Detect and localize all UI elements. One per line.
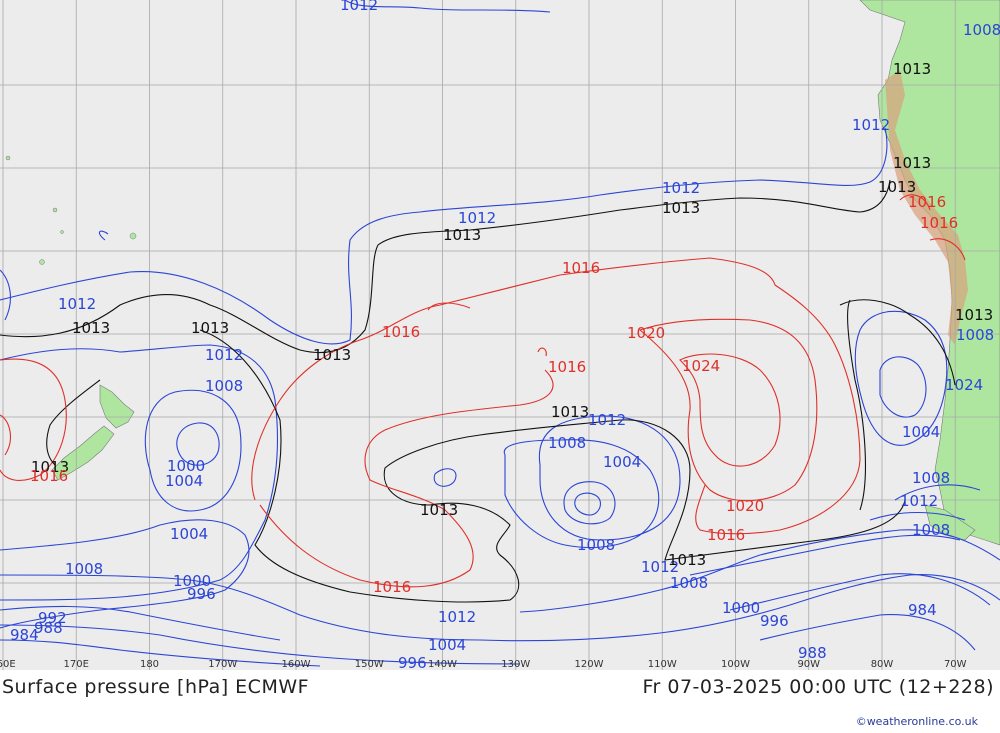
isobar-label-black: 1013 xyxy=(313,346,351,364)
ocean-background xyxy=(0,0,1000,670)
isobar-label-blue: 1008 xyxy=(548,434,586,452)
isobar-label-black: 1013 xyxy=(191,319,229,337)
isobar-label-blue: 1004 xyxy=(902,423,940,441)
longitude-tick-label: 170W xyxy=(208,659,237,670)
isobar-label-blue: 1012 xyxy=(588,411,626,429)
isobar-label-blue: 1008 xyxy=(670,574,708,592)
isobar-label-blue: 1012 xyxy=(852,116,890,134)
longitude-tick-label: 80W xyxy=(871,659,894,670)
longitude-tick-label: 170E xyxy=(64,659,89,670)
longitude-tick-label: 100W xyxy=(721,659,750,670)
isobar-label-black: 1013 xyxy=(668,551,706,569)
isobar-label-red: 1016 xyxy=(908,193,946,211)
isobar-label-red: 1016 xyxy=(920,214,958,232)
isobar-label-blue: 1008 xyxy=(912,469,950,487)
isobar-label-black: 1013 xyxy=(551,403,589,421)
longitude-tick-label: 70W xyxy=(944,659,967,670)
isobar-label-blue: 1008 xyxy=(956,326,994,344)
isobar-label-blue: 1008 xyxy=(912,521,950,539)
longitude-tick-label: 130W xyxy=(501,659,530,670)
isobar-label-red: 1016 xyxy=(382,323,420,341)
isobar-label-black: 1013 xyxy=(893,154,931,172)
isobar-label-black: 1013 xyxy=(443,226,481,244)
longitude-tick-label: 180 xyxy=(140,659,159,670)
isobar-label-blue: 1008 xyxy=(65,560,103,578)
isobar-label-red: 1016 xyxy=(707,526,745,544)
isobar-label-blue: 1008 xyxy=(205,377,243,395)
isobar-label-blue: 1012 xyxy=(662,179,700,197)
longitude-tick-label: 90W xyxy=(797,659,820,670)
longitude-tick-label: 110W xyxy=(648,659,677,670)
isobar-label-blue: 984 xyxy=(908,601,937,619)
isobar-label-blue: 996 xyxy=(398,654,427,670)
isobar-label-black: 1013 xyxy=(420,501,458,519)
isobar-label-blue: 1004 xyxy=(428,636,466,654)
isobar-label-red: 1016 xyxy=(30,467,68,485)
isobar-label-blue: 1012 xyxy=(900,492,938,510)
isobar-label-blue: 1008 xyxy=(577,536,615,554)
longitude-tick-label: 150W xyxy=(355,659,384,670)
isobar-label-blue: 1024 xyxy=(945,376,983,394)
isobar-label-black: 1013 xyxy=(72,319,110,337)
isobar-label-blue: 984 xyxy=(10,626,39,644)
isobar-label-blue: 1012 xyxy=(205,346,243,364)
longitude-tick-label: 160W xyxy=(282,659,311,670)
isobar-label-blue: 1004 xyxy=(165,472,203,490)
pressure-map: 1012 1008 1012 1012 1012 1012 1000 1004 … xyxy=(0,0,1000,670)
isobar-label-black: 1013 xyxy=(893,60,931,78)
isobar-label-red: 1016 xyxy=(373,578,411,596)
isobar-label-blue: 996 xyxy=(760,612,789,630)
isobar-label-blue: 1012 xyxy=(58,295,96,313)
credit-link[interactable]: ©weatheronline.co.uk xyxy=(856,715,978,728)
isobar-label-blue: 1012 xyxy=(340,0,378,14)
isobar-label-red: 1024 xyxy=(682,357,720,375)
isobar-label-blue: 996 xyxy=(187,585,216,603)
longitude-tick-label: 140W xyxy=(428,659,457,670)
isobar-label-red: 1020 xyxy=(726,497,764,515)
longitude-tick-label: 160E xyxy=(0,659,16,670)
isobar-label-blue: 1012 xyxy=(458,209,496,227)
isobar-label-blue: 1000 xyxy=(722,599,760,617)
map-title: Surface pressure [hPa] ECMWF xyxy=(2,676,310,698)
valid-time: Fr 07-03-2025 00:00 UTC (12+228) xyxy=(642,676,994,698)
isobar-label-black: 1013 xyxy=(662,199,700,217)
isobar-label-red: 1020 xyxy=(627,324,665,342)
isobar-label-red: 1016 xyxy=(548,358,586,376)
isobar-label-blue: 1004 xyxy=(170,525,208,543)
longitude-tick-label: 120W xyxy=(575,659,604,670)
isobar-label-red: 1016 xyxy=(562,259,600,277)
isobar-label-blue: 1012 xyxy=(438,608,476,626)
isobar-label-blue: 1004 xyxy=(603,453,641,471)
isobar-label-black: 1013 xyxy=(955,306,993,324)
isobar-label-blue: 1008 xyxy=(963,21,1000,39)
